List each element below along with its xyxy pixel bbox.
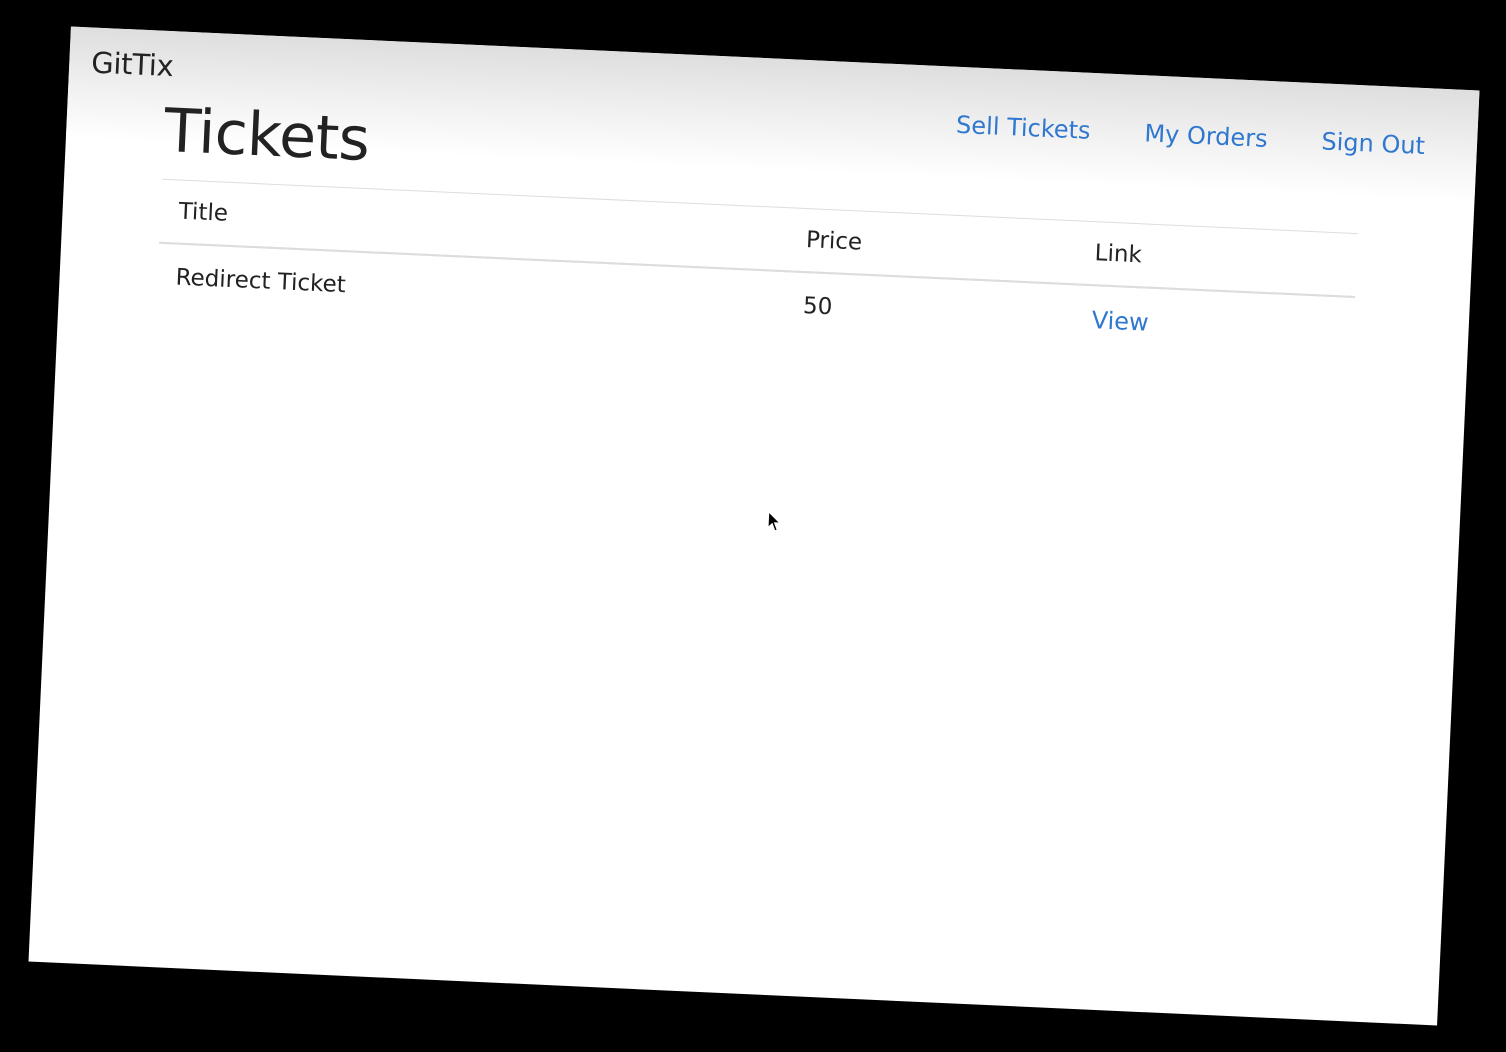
brand-link[interactable]: GitTix — [91, 45, 175, 83]
mouse-pointer-icon — [767, 510, 782, 532]
view-ticket-link[interactable]: View — [1091, 306, 1149, 337]
ticket-price-cell: 50 — [802, 293, 833, 321]
ticket-link-cell: View — [1072, 284, 1355, 364]
browser-viewport: GitTix Sell Tickets My Orders Sign Out T… — [28, 26, 1480, 1026]
